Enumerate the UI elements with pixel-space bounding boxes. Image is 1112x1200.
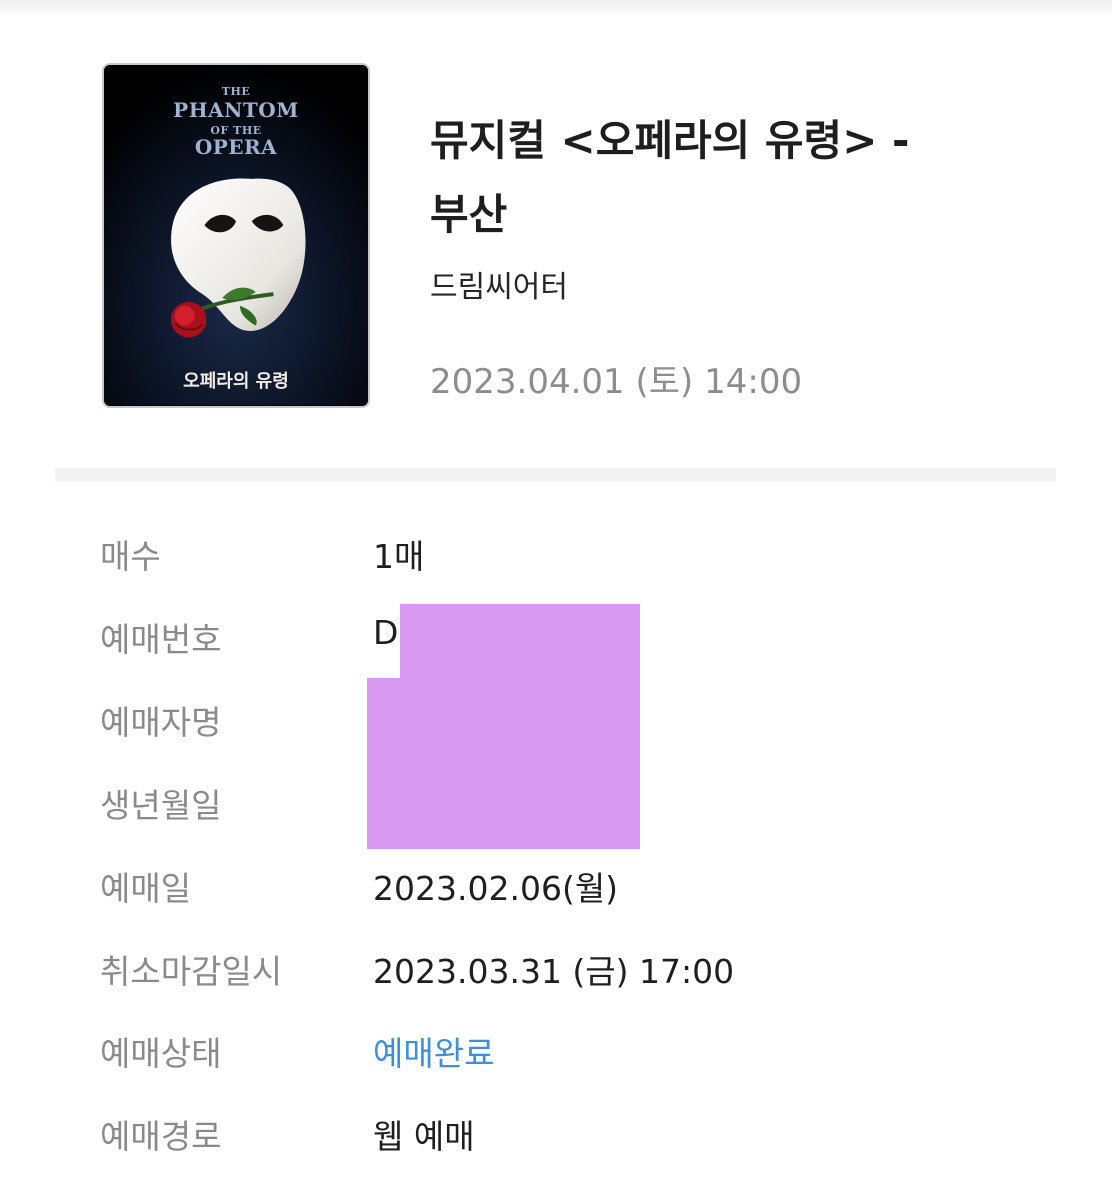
- booking-number-label: 예매번호: [100, 620, 222, 659]
- booking-channel-value: 웹 예매: [373, 1117, 475, 1156]
- detail-row-cancel-deadline: 취소마감일시 2023.03.31 (금) 17:00: [0, 945, 1112, 1005]
- cancel-deadline-value: 2023.03.31 (금) 17:00: [373, 952, 735, 991]
- detail-row-booking-status: 예매상태 예매완료: [0, 1027, 1112, 1087]
- redaction-block-left: [367, 678, 407, 849]
- poster-image[interactable]: THE PHANTOM OF THE OPERA 오페라의 유령: [102, 63, 370, 408]
- poster-korean-title: 오페라의 유령: [183, 371, 289, 392]
- detail-row-booking-date: 예매일 2023.02.06(월): [0, 862, 1112, 922]
- booking-date-label: 예매일: [100, 869, 192, 908]
- venue-name: 드림씨어터: [430, 270, 568, 305]
- section-divider: [55, 468, 1056, 482]
- booking-number-value: D: [373, 613, 399, 652]
- poster-title-phantom: PHANTOM: [173, 98, 299, 122]
- show-datetime: 2023.04.01 (토) 14:00: [430, 362, 803, 402]
- booker-name-label: 예매자명: [100, 703, 222, 742]
- quantity-value: 1매: [373, 537, 425, 576]
- detail-row-quantity: 매수 1매: [0, 530, 1112, 590]
- show-title[interactable]: 뮤지컬 <오페라의 유령> - 부산: [430, 104, 950, 252]
- quantity-label: 매수: [100, 537, 161, 576]
- poster-title-the: THE: [221, 85, 251, 98]
- top-edge: [0, 0, 1112, 18]
- poster-title-opera: OPERA: [194, 135, 278, 159]
- booking-date-value: 2023.02.06(월): [373, 869, 619, 908]
- birthdate-label: 생년월일: [100, 786, 222, 825]
- booking-channel-label: 예매경로: [100, 1117, 222, 1156]
- detail-row-booking-channel: 예매경로 웹 예매: [0, 1110, 1112, 1170]
- redaction-block: [400, 604, 640, 849]
- booking-status-value: 예매완료: [373, 1034, 495, 1073]
- cancel-deadline-label: 취소마감일시: [100, 952, 283, 991]
- booking-status-label: 예매상태: [100, 1034, 222, 1073]
